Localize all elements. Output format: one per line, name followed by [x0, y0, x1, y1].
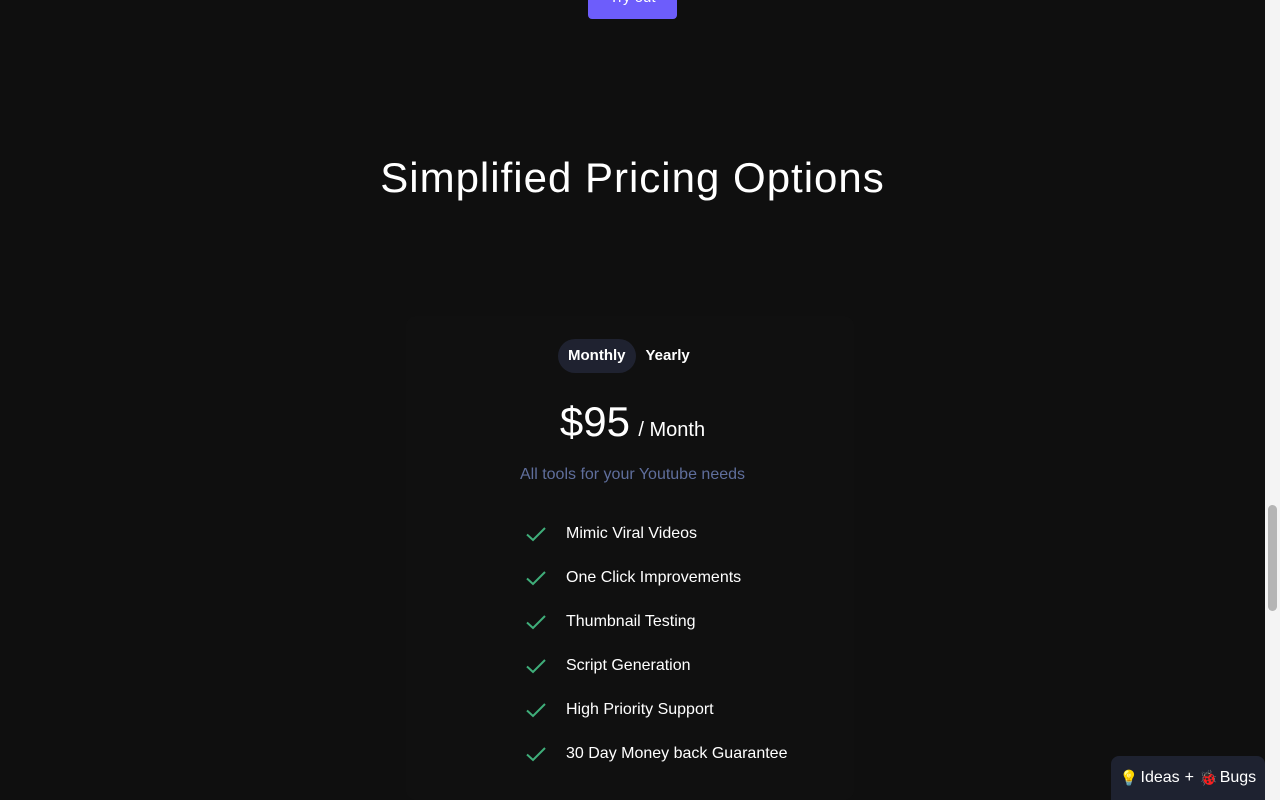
feature-label: 30 Day Money back Guarantee [566, 745, 788, 762]
feature-label: One Click Improvements [566, 569, 742, 586]
feature-item: Mimic Viral Videos [524, 512, 787, 556]
check-icon [526, 703, 546, 718]
feature-label: Thumbnail Testing [566, 613, 696, 630]
feature-list: Mimic Viral Videos One Click Improvement… [524, 512, 787, 776]
check-icon [526, 571, 546, 586]
billing-toggle: Monthly Yearly [558, 339, 700, 373]
bug-icon: 🐞 [1199, 769, 1218, 787]
feature-item: 30 Day Money back Guarantee [524, 732, 787, 776]
scrollbar-thumb[interactable] [1268, 505, 1277, 611]
feature-label: Mimic Viral Videos [566, 525, 698, 542]
price-period: / Month [638, 419, 706, 441]
feature-item: Script Generation [524, 644, 787, 688]
feature-item: High Priority Support [524, 688, 787, 732]
pricing-title: Simplified Pricing Options [380, 154, 885, 201]
check-icon [526, 659, 546, 674]
toggle-yearly[interactable]: Yearly [636, 339, 700, 373]
feature-label: Script Generation [566, 657, 691, 674]
price-amount: $95 [559, 398, 630, 445]
pricing-page: Try out Simplified Pricing Options Month… [0, 0, 1280, 800]
check-icon [526, 747, 546, 762]
check-icon [526, 615, 546, 630]
scrollbar-track[interactable] [1265, 0, 1280, 800]
feature-label: High Priority Support [566, 701, 714, 718]
try-out-button[interactable]: Try out [588, 0, 677, 19]
pricing-tagline: All tools for your Youtube needs [519, 466, 746, 483]
price-row: $95 / Month [0, 398, 1265, 446]
feedback-button[interactable]: 💡 Ideas + 🐞 Bugs [1111, 756, 1265, 800]
check-icon [526, 527, 546, 542]
feedback-plus: + [1184, 769, 1194, 786]
feedback-bugs-label: Bugs [1219, 769, 1257, 786]
lightbulb-icon: 💡 [1119, 769, 1139, 787]
feature-item: Thumbnail Testing [524, 600, 787, 644]
feedback-ideas-label: Ideas [1140, 769, 1180, 786]
toggle-monthly[interactable]: Monthly [558, 339, 636, 373]
feature-item: One Click Improvements [524, 556, 787, 600]
